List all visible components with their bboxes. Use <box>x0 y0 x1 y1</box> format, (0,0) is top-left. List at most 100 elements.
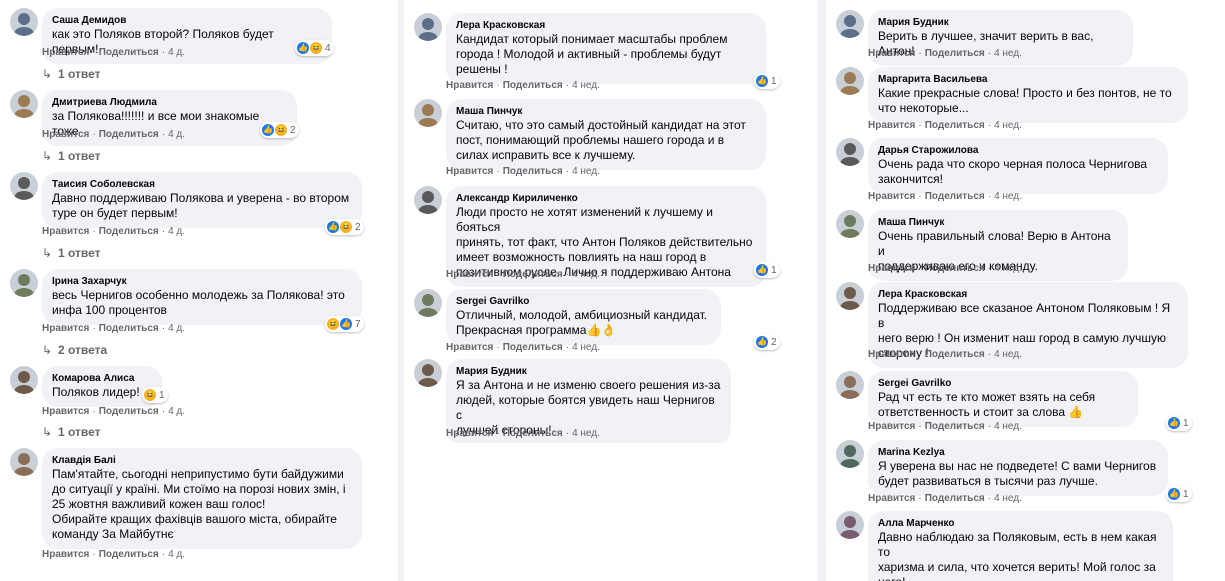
share-link[interactable]: Поделиться <box>925 493 985 504</box>
like-link[interactable]: Нравится <box>446 428 493 439</box>
share-link[interactable]: Поделиться <box>925 48 985 59</box>
share-link[interactable]: Поделиться <box>99 47 159 58</box>
comment-timestamp[interactable]: 4 нед. <box>572 269 600 280</box>
comment-timestamp[interactable]: 4 нед. <box>994 493 1022 504</box>
comment-author[interactable]: Ірина Захарчук <box>52 275 352 288</box>
like-link[interactable]: Нравится <box>42 129 89 140</box>
share-link[interactable]: Поделиться <box>503 166 563 177</box>
replies-count[interactable]: 1 ответ <box>58 246 101 260</box>
comment-timestamp[interactable]: 4 нед. <box>994 349 1022 360</box>
avatar[interactable] <box>10 90 38 118</box>
avatar[interactable] <box>414 359 442 387</box>
comment-author[interactable]: Клавдія Балі <box>52 454 352 467</box>
comment-timestamp[interactable]: 4 нед. <box>994 48 1022 59</box>
share-link[interactable]: Поделиться <box>503 269 563 280</box>
replies-count[interactable]: 1 ответ <box>58 425 101 439</box>
share-link[interactable]: Поделиться <box>503 80 563 91</box>
avatar[interactable] <box>10 366 38 394</box>
share-link[interactable]: Поделиться <box>503 342 563 353</box>
reactions-badge[interactable]: 😆 👍 7 <box>325 316 364 332</box>
comment-timestamp[interactable]: 4 нед. <box>994 120 1022 131</box>
like-link[interactable]: Нравится <box>868 191 915 202</box>
like-link[interactable]: Нравится <box>868 493 915 504</box>
like-link[interactable]: Нравится <box>42 47 89 58</box>
view-replies-link[interactable]: ↳ 1 ответ <box>42 246 101 260</box>
share-link[interactable]: Поделиться <box>99 323 159 334</box>
share-link[interactable]: Поделиться <box>99 406 159 417</box>
avatar[interactable] <box>836 511 864 539</box>
share-link[interactable]: Поделиться <box>99 226 159 237</box>
comment-author[interactable]: Комарова Алиса <box>52 372 152 385</box>
like-link[interactable]: Нравится <box>42 549 89 560</box>
comment-timestamp[interactable]: 4 нед. <box>994 421 1022 432</box>
avatar[interactable] <box>10 172 38 200</box>
share-link[interactable]: Поделиться <box>925 349 985 360</box>
view-replies-link[interactable]: ↳ 2 ответа <box>42 343 107 357</box>
avatar[interactable] <box>414 289 442 317</box>
share-link[interactable]: Поделиться <box>925 421 985 432</box>
comment-author[interactable]: Sergei Gavrilko <box>456 295 711 308</box>
like-link[interactable]: Нравится <box>868 263 915 274</box>
comment-author[interactable]: Алла Марченко <box>878 517 1163 530</box>
comment-author[interactable]: Маша Пинчук <box>456 105 756 118</box>
comment-author[interactable]: Дмитриева Людмила <box>52 96 287 109</box>
avatar[interactable] <box>836 371 864 399</box>
comment-author[interactable]: Sergei Gavrilko <box>878 377 1128 390</box>
avatar[interactable] <box>414 13 442 41</box>
comment-author[interactable]: Дарья Старожилова <box>878 144 1158 157</box>
view-replies-link[interactable]: ↳ 1 ответ <box>42 425 101 439</box>
reactions-badge[interactable]: 👍 2 <box>754 334 780 350</box>
comment-timestamp[interactable]: 4 нед. <box>572 342 600 353</box>
comment-author[interactable]: Таисия Соболевская <box>52 178 352 191</box>
reactions-badge[interactable]: 👍 1 <box>1166 415 1192 431</box>
like-link[interactable]: Нравится <box>42 323 89 334</box>
avatar[interactable] <box>10 448 38 476</box>
comment-timestamp[interactable]: 4 д. <box>168 129 185 140</box>
share-link[interactable]: Поделиться <box>99 549 159 560</box>
avatar[interactable] <box>836 10 864 38</box>
comment-timestamp[interactable]: 4 нед. <box>994 263 1022 274</box>
comment-timestamp[interactable]: 4 нед. <box>994 191 1022 202</box>
reactions-badge[interactable]: 👍 1 <box>754 262 780 278</box>
comment-timestamp[interactable]: 4 нед. <box>572 80 600 91</box>
like-link[interactable]: Нравится <box>868 120 915 131</box>
reactions-badge[interactable]: 👍 😆 4 <box>295 40 334 56</box>
comment-timestamp[interactable]: 4 д. <box>168 406 185 417</box>
comment-timestamp[interactable]: 4 нед. <box>572 428 600 439</box>
like-link[interactable]: Нравится <box>42 406 89 417</box>
comment-timestamp[interactable]: 4 д. <box>168 549 185 560</box>
comment-author[interactable]: Лера Красковская <box>878 288 1178 301</box>
replies-count[interactable]: 1 ответ <box>58 149 101 163</box>
reactions-badge[interactable]: 👍 😆 2 <box>325 219 364 235</box>
share-link[interactable]: Поделиться <box>925 120 985 131</box>
like-link[interactable]: Нравится <box>446 269 493 280</box>
avatar[interactable] <box>10 8 38 36</box>
view-replies-link[interactable]: ↳ 1 ответ <box>42 149 101 163</box>
comment-author[interactable]: Маша Пинчук <box>878 216 1118 229</box>
comment-author[interactable]: Саша Демидов <box>52 14 322 27</box>
avatar[interactable] <box>414 99 442 127</box>
avatar[interactable] <box>414 186 442 214</box>
avatar[interactable] <box>836 440 864 468</box>
avatar[interactable] <box>10 269 38 297</box>
share-link[interactable]: Поделиться <box>925 263 985 274</box>
share-link[interactable]: Поделиться <box>925 191 985 202</box>
comment-timestamp[interactable]: 4 д. <box>168 323 185 334</box>
avatar[interactable] <box>836 138 864 166</box>
comment-author[interactable]: Маргарита Васильева <box>878 73 1178 86</box>
share-link[interactable]: Поделиться <box>503 428 563 439</box>
reactions-badge[interactable]: 👍 1 <box>1166 486 1192 502</box>
like-link[interactable]: Нравится <box>446 342 493 353</box>
share-link[interactable]: Поделиться <box>99 129 159 140</box>
comment-author[interactable]: Лера Красковская <box>456 19 756 32</box>
like-link[interactable]: Нравится <box>446 166 493 177</box>
replies-count[interactable]: 1 ответ <box>58 67 101 81</box>
comment-timestamp[interactable]: 4 д. <box>168 47 185 58</box>
like-link[interactable]: Нравится <box>868 48 915 59</box>
like-link[interactable]: Нравится <box>42 226 89 237</box>
reactions-badge[interactable]: 👍 1 <box>754 73 780 89</box>
avatar[interactable] <box>836 67 864 95</box>
like-link[interactable]: Нравится <box>446 80 493 91</box>
replies-count[interactable]: 2 ответа <box>58 343 107 357</box>
like-link[interactable]: Нравится <box>868 349 915 360</box>
